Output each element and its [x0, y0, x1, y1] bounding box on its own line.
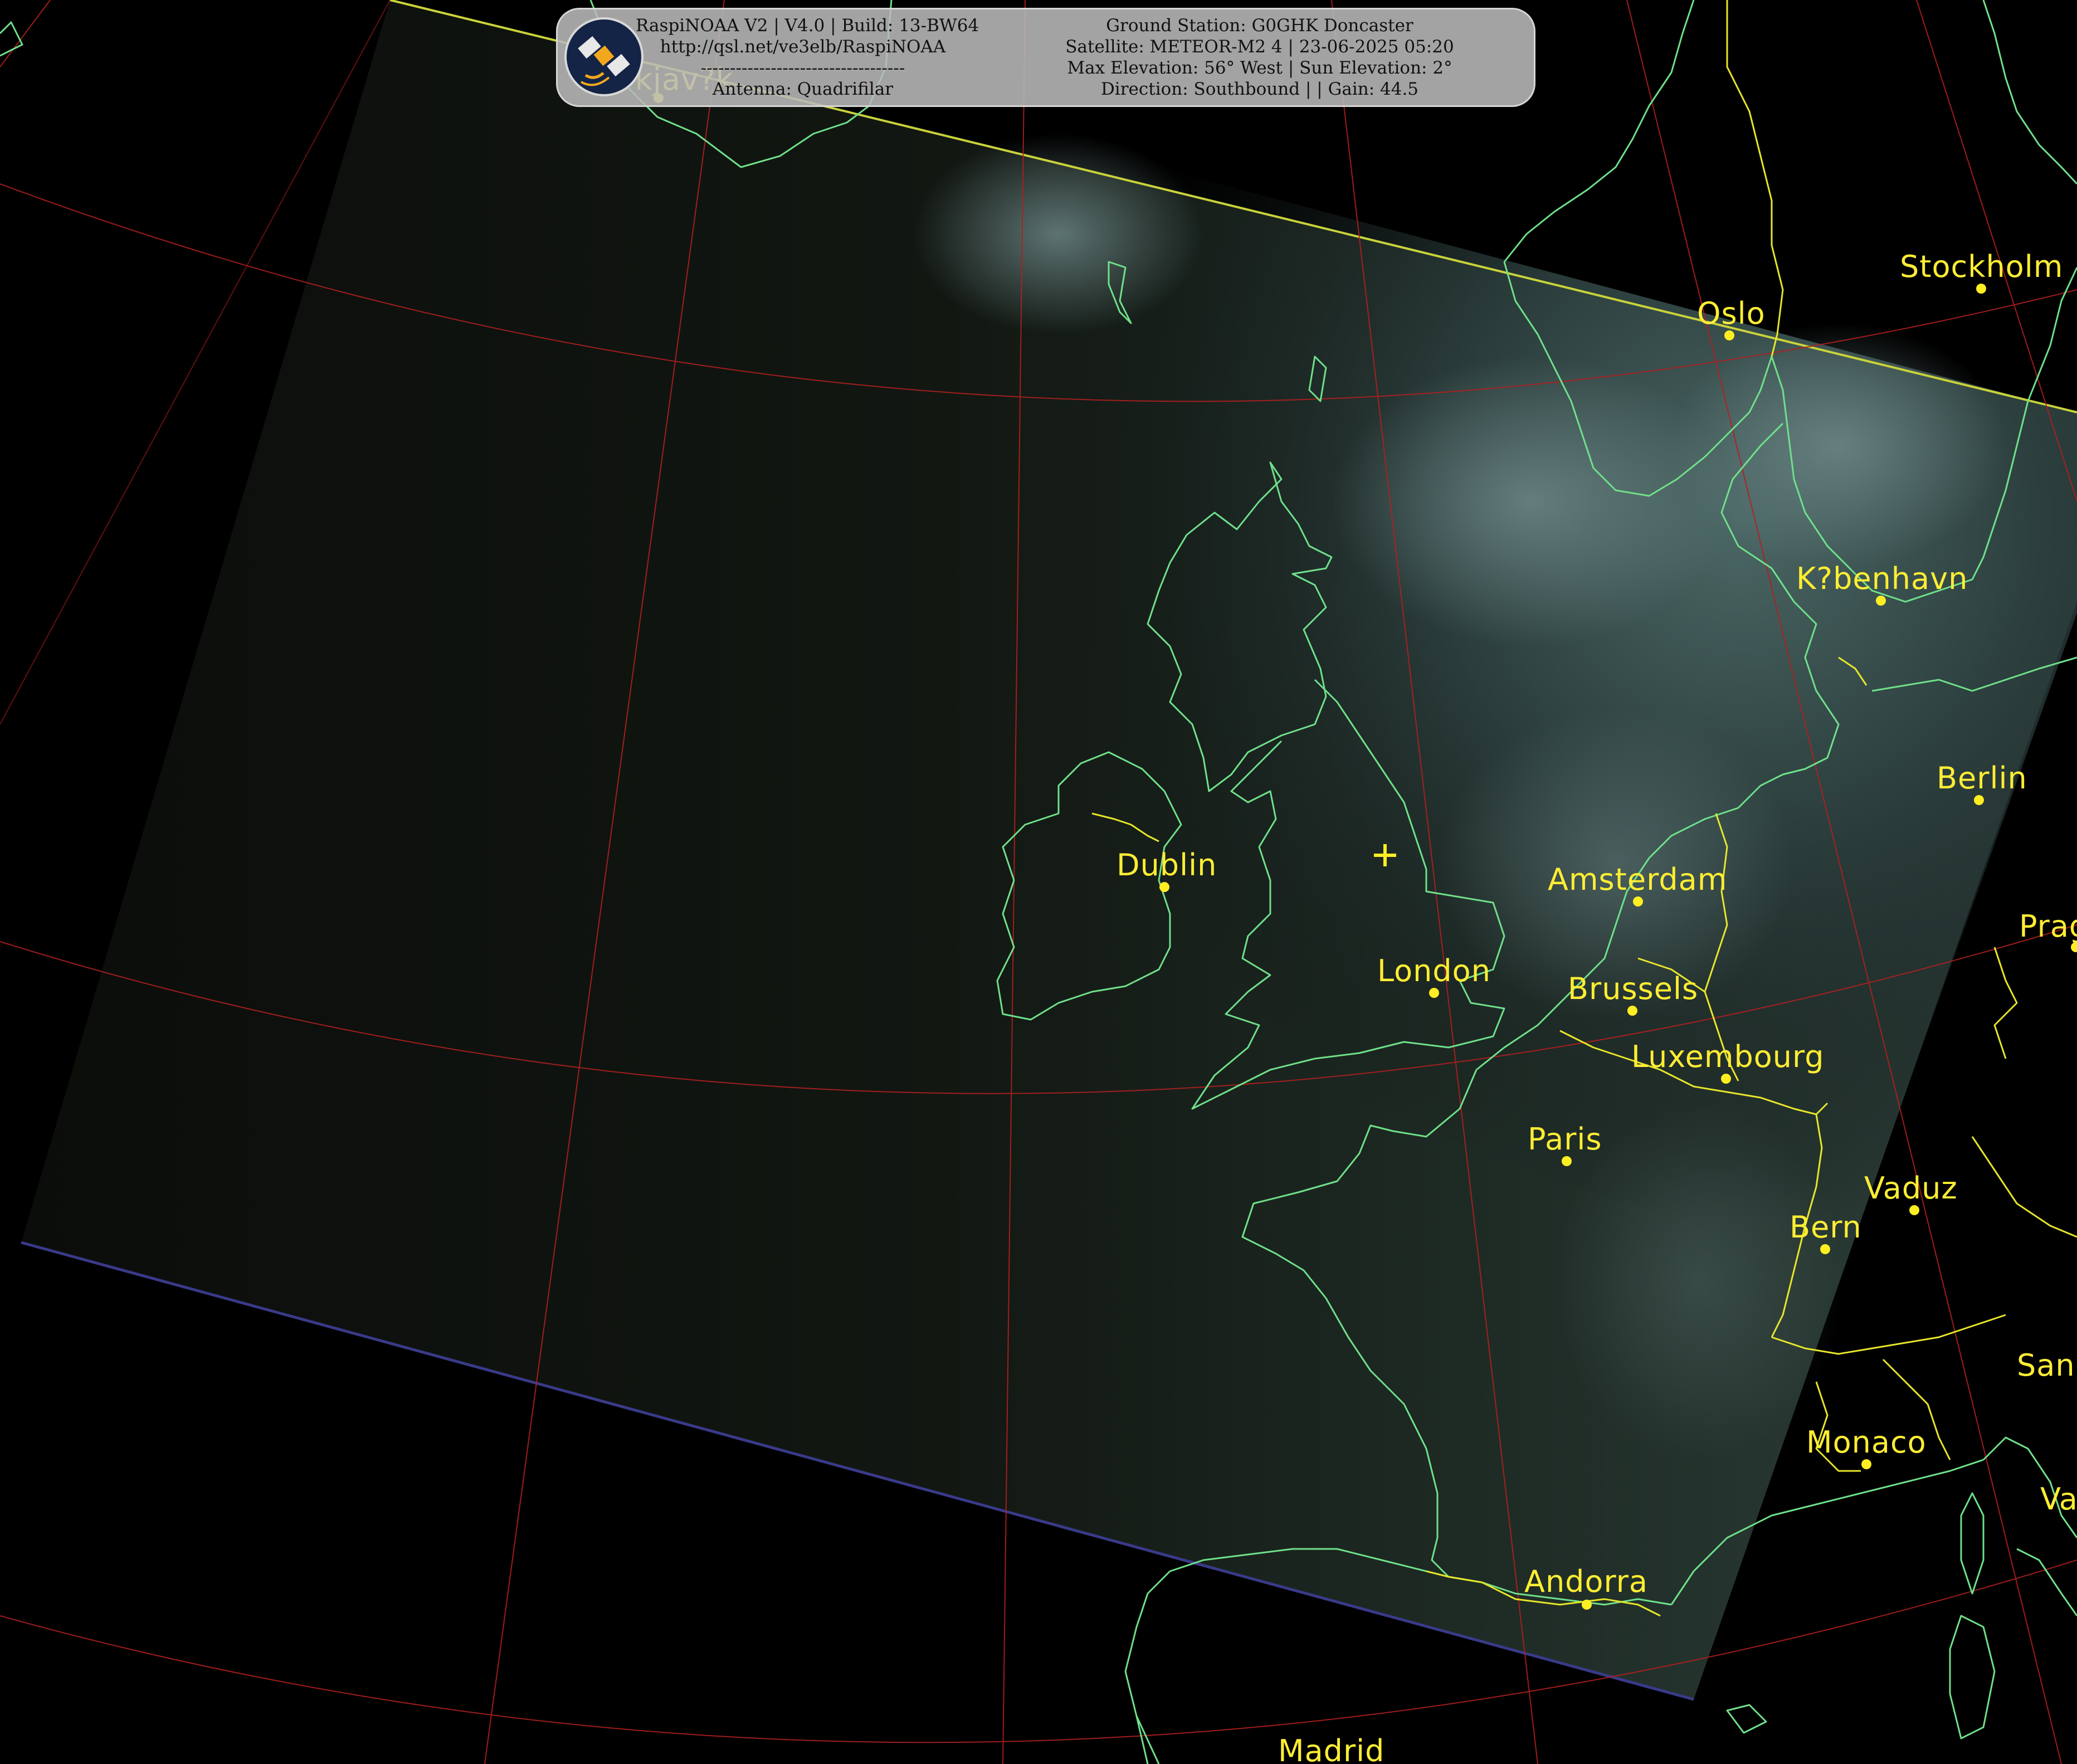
border-germany-poland — [1993, 947, 2018, 1059]
city-dot-vaduz — [1909, 1205, 1919, 1215]
city-dot-stockholm — [1976, 284, 1986, 294]
map-canvas — [0, 0, 2077, 1764]
city-label-amsterdam: Amsterdam — [1548, 862, 1728, 897]
city-dot-dublin — [1159, 882, 1169, 892]
city-label-luxembourg: Luxembourg — [1631, 1039, 1825, 1074]
coast-sardinia — [1949, 1615, 1996, 1739]
satellite-map: ?kjav?kOsloStockholmK?benhavnBerlinPragD… — [0, 0, 2077, 1764]
cloud-mass-north-sea — [1332, 357, 1733, 646]
city-dot-luxembourg — [1721, 1074, 1731, 1084]
header-elevation-line: Max Elevation: 56° West | Sun Elevation:… — [1067, 58, 1452, 78]
header-right-column: Ground Station: G0GHK Doncaster Satellit… — [1020, 15, 1499, 100]
city-label-kobenhavn: K?benhavn — [1796, 561, 1968, 596]
city-label-brussels: Brussels — [1568, 971, 1699, 1006]
coast-corsica — [1960, 1492, 1985, 1595]
city-label-madrid: Madrid — [1278, 1733, 1385, 1764]
header-direction-line: Direction: Southbound | | Gain: 44.5 — [1100, 79, 1419, 99]
header-build-line: RaspiNOAA V2 | V4.0 | Build: 13-BW64 — [636, 16, 979, 36]
satellite-icon — [578, 36, 630, 86]
city-label-oslo: Oslo — [1697, 296, 1766, 331]
city-dot-andorra — [1582, 1600, 1592, 1610]
city-dot-london — [1429, 988, 1439, 998]
pass-info-header: RaspiNOAA V2 | V4.0 | Build: 13-BW64 htt… — [556, 8, 1535, 107]
header-left-column: RaspiNOAA V2 | V4.0 | Build: 13-BW64 htt… — [636, 15, 979, 100]
city-dot-amsterdam — [1633, 896, 1643, 907]
header-separator-line: ----------------------------------- — [700, 58, 905, 78]
city-label-paris: Paris — [1528, 1122, 1602, 1157]
city-label-bern: Bern — [1790, 1210, 1862, 1245]
latitude-line — [0, 1560, 2077, 1743]
city-dot-oslo — [1724, 330, 1734, 340]
city-label-stockholm: Stockholm — [1900, 249, 2064, 284]
city-label-andorra: Andorra — [1524, 1564, 1649, 1599]
raspinoaa-logo — [564, 17, 643, 96]
city-label-sanmarino: San — [2017, 1348, 2075, 1383]
city-label-vaduz: Vaduz — [1864, 1171, 1958, 1206]
city-dot-paris — [1562, 1156, 1572, 1166]
city-label-london: London — [1377, 953, 1491, 988]
border-germany-czech — [1971, 1136, 2077, 1238]
city-label-monaco: Monaco — [1806, 1425, 1927, 1460]
header-url-line[interactable]: http://qsl.net/ve3elb/RaspiNOAA — [636, 36, 970, 57]
city-label-dublin: Dublin — [1116, 847, 1217, 883]
city-dot-brussels — [1627, 1006, 1637, 1016]
ground-station-marker — [1374, 844, 1396, 866]
coast-portugal — [1135, 1716, 1160, 1764]
city-label-prague: Prag — [2019, 909, 2077, 944]
header-antenna-line: Antenna: Quadrifilar — [712, 79, 894, 99]
cloud-mass-scandinavia — [1671, 323, 2006, 568]
city-label-berlin: Berlin — [1937, 761, 2027, 796]
coast-italy-south — [2016, 1548, 2077, 1616]
cloud-mass-france — [1554, 1103, 1844, 1460]
coast-balearic — [1726, 1704, 1767, 1734]
image-swath — [21, 0, 2077, 1701]
city-dot-kobenhavn — [1876, 596, 1886, 606]
header-ground-station-line: Ground Station: G0GHK Doncaster — [1106, 16, 1413, 36]
city-dot-berlin — [1974, 795, 1984, 805]
city-dot-monaco — [1861, 1459, 1871, 1469]
city-label-vatican: Va — [2040, 1482, 2077, 1517]
city-dot-bern — [1820, 1244, 1830, 1254]
coast-sweden-north — [1982, 0, 2077, 185]
longitude-line — [0, 0, 51, 67]
header-satellite-line: Satellite: METEOR-M2 4 | 23-06-2025 05:2… — [1065, 37, 1454, 57]
